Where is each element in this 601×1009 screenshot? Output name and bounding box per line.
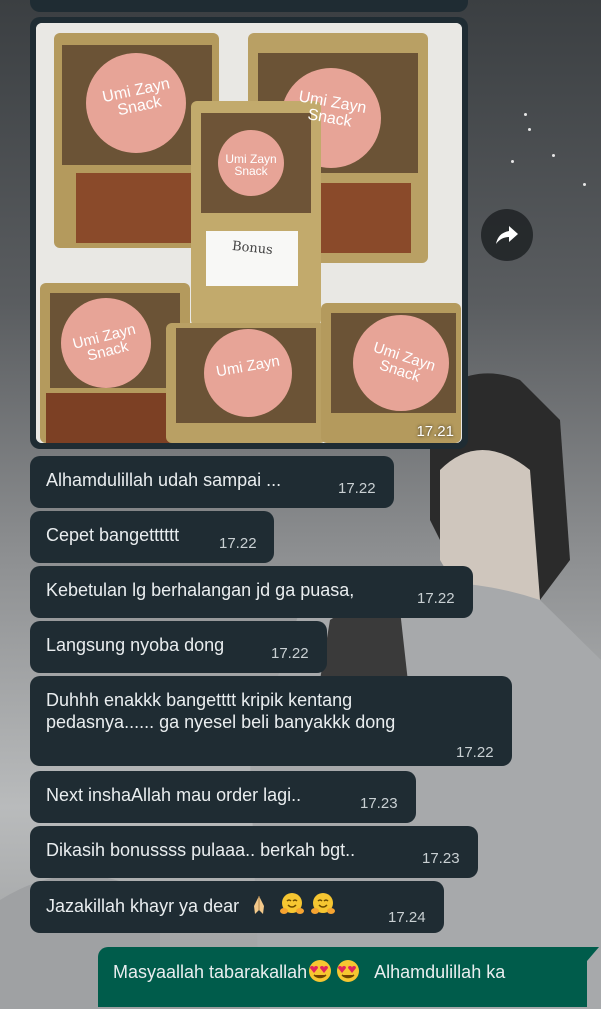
message-time: 17.21 (416, 423, 454, 440)
message-time: 17.22 (219, 535, 257, 552)
message-text: Dikasih bonussss pulaaa.. berkah bgt.. (46, 840, 356, 860)
outgoing-message[interactable]: Masyaallah tabarakallah Alhamdulillah ka (98, 947, 587, 1007)
message-text: Jazakillah khayr ya dear (46, 892, 336, 919)
message-text: Langsung nyoba dong (46, 635, 225, 655)
forward-icon (496, 226, 518, 244)
message-text-part-1: Masyaallah tabarakallah (113, 962, 308, 982)
incoming-message[interactable]: Cepet bangetttttt 17.22 (30, 511, 274, 563)
incoming-message[interactable]: Duhhh enakkk bangetttt kripik kentang pe… (30, 676, 512, 766)
message-time: 17.23 (360, 795, 398, 812)
hugging-face-emoji (280, 893, 305, 914)
message-time: 17.22 (338, 480, 376, 497)
message-time: 17.22 (271, 645, 309, 662)
incoming-message[interactable]: Next inshaAllah mau order lagi.. 17.23 (30, 771, 416, 823)
message-text: Masyaallah tabarakallah Alhamdulillah ka (113, 959, 505, 983)
incoming-message[interactable]: Jazakillah khayr ya dear 17.24 (30, 881, 444, 933)
folded-hands-emoji (254, 896, 265, 914)
product-photo[interactable]: Umi Zayn Snack Umi Zayn Snack Umi Zayn Snac… (36, 23, 462, 443)
message-text: Kebetulan lg berhalangan jd ga puasa, (46, 580, 355, 600)
message-text-line-2: pedasnya...... ga nyesel beli banyakkk d… (46, 712, 396, 732)
heart-eyes-emoji (309, 960, 332, 982)
incoming-message[interactable]: Dikasih bonussss pulaaa.. berkah bgt.. 1… (30, 826, 478, 878)
message-time: 17.23 (422, 850, 460, 867)
message-time: 17.22 (417, 590, 455, 607)
incoming-message[interactable]: Alhamdulillah udah sampai ... 17.22 (30, 456, 394, 508)
message-text-part-2: Alhamdulillah ka (374, 962, 506, 982)
outgoing-bubble-tail (587, 947, 599, 961)
message-text: Alhamdulillah udah sampai ... (46, 470, 282, 490)
image-message[interactable]: Umi Zayn Snack Umi Zayn Snack Umi Zayn Snac… (30, 17, 468, 449)
message-time: 17.22 (456, 744, 494, 761)
message-text: Cepet bangetttttt (46, 525, 180, 545)
incoming-message[interactable]: Kebetulan lg berhalangan jd ga puasa, 17… (30, 566, 473, 618)
hugging-face-emoji (311, 893, 336, 914)
message-time: 17.24 (388, 909, 426, 926)
heart-eyes-emoji (337, 960, 360, 982)
forward-button[interactable] (481, 209, 533, 261)
incoming-message[interactable]: Langsung nyoba dong 17.22 (30, 621, 327, 673)
message-text: Next inshaAllah mau order lagi.. (46, 785, 302, 805)
message-text-content: Jazakillah khayr ya dear (46, 896, 240, 916)
snack-packages-image (36, 23, 462, 443)
previous-bubble-edge (30, 0, 468, 12)
brand-label-center: Umi Zayn Snack (225, 152, 277, 178)
